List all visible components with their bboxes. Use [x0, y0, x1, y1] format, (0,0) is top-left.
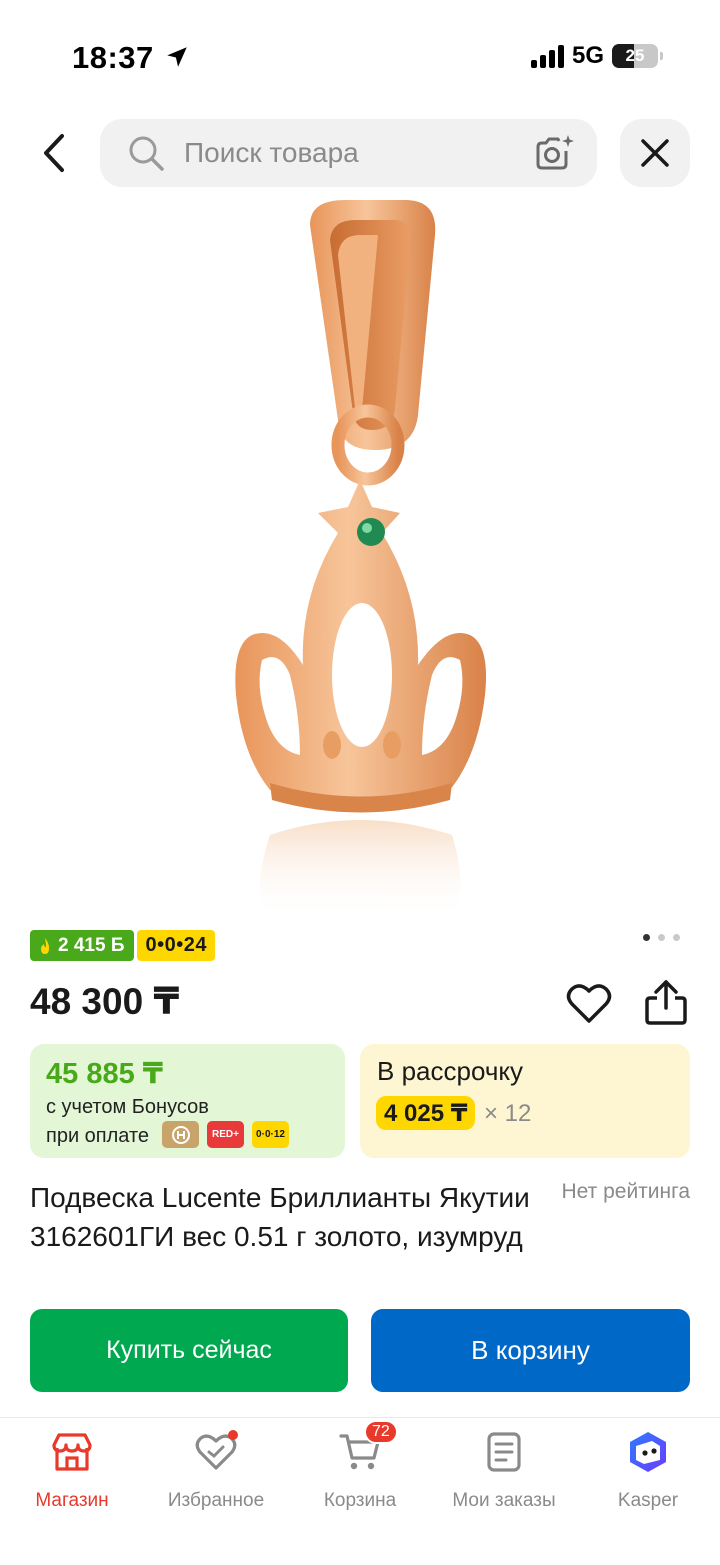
- signal-icon: [530, 44, 564, 68]
- installment-months: × 12: [484, 1100, 532, 1127]
- tab-kasper[interactable]: Kasper: [576, 1428, 720, 1518]
- tab-favorites[interactable]: Избранное: [144, 1428, 288, 1518]
- bonus-price: 45 885 ₸: [46, 1058, 163, 1090]
- tab-orders-label: Мои заказы: [452, 1490, 556, 1511]
- carousel-dot: [673, 934, 680, 941]
- bonus-payment-caption: при оплате: [46, 1125, 150, 1147]
- close-icon: [641, 139, 669, 167]
- tab-orders[interactable]: Мои заказы: [432, 1428, 576, 1518]
- tab-kasper-label: Kasper: [617, 1490, 679, 1511]
- bonus-badge: 2 415 Б: [30, 930, 135, 961]
- status-bar: 18:37 5G 25: [0, 0, 720, 110]
- orders-icon: [487, 1432, 521, 1472]
- search-icon: [129, 136, 164, 171]
- carousel-dot: [643, 934, 650, 941]
- red-plus-icon: RED+: [207, 1121, 244, 1148]
- installment-0-0-12-icon: 0·0·12: [252, 1121, 289, 1148]
- promo-badges: 2 415 Б 0•0•24: [30, 930, 215, 961]
- back-arrow-icon[interactable]: [30, 128, 80, 178]
- tab-store[interactable]: Магазин: [0, 1428, 144, 1518]
- share-icon[interactable]: [643, 978, 689, 1026]
- battery-level: 25: [625, 46, 645, 65]
- flame-icon: [41, 937, 49, 954]
- battery-icon: 25: [612, 44, 663, 68]
- tab-favorites-label: Избранное: [167, 1490, 265, 1511]
- bonus-offer-card[interactable]: 45 885 ₸ с учетом Бонусов при оплате RED…: [30, 1044, 345, 1158]
- tab-cart-label: Корзина: [323, 1490, 397, 1511]
- add-to-cart-button[interactable]: В корзину: [371, 1309, 690, 1392]
- search-bar[interactable]: [100, 119, 597, 187]
- cart-icon: 72: [338, 1420, 398, 1474]
- heart-icon: [194, 1430, 238, 1474]
- store-icon: [52, 1433, 92, 1471]
- status-indicators: 5G 25: [530, 42, 663, 70]
- product-image[interactable]: [150, 195, 570, 920]
- product-rating[interactable]: Нет рейтинга: [561, 1180, 690, 1204]
- location-arrow-icon: [167, 47, 187, 67]
- kasper-assistant-icon: [630, 1432, 666, 1472]
- status-time: 18:37: [72, 40, 154, 75]
- kaspi-gold-icon: [162, 1121, 199, 1148]
- heart-icon[interactable]: [566, 982, 612, 1024]
- bottom-tab-bar: Магазин Избранное 72 Корзина Мои заказы …: [0, 1417, 720, 1565]
- network-type: 5G: [571, 42, 604, 69]
- bonus-caption: с учетом Бонусов: [46, 1096, 209, 1118]
- installment-label: В рассрочку: [377, 1056, 524, 1086]
- notification-dot: [228, 1430, 238, 1440]
- installment-offer-card[interactable]: В рассрочку 4 025 ₸ × 12: [360, 1044, 690, 1158]
- product-price: 48 300 ₸: [30, 981, 180, 1022]
- camera-ai-icon[interactable]: [533, 133, 575, 173]
- buy-now-button[interactable]: Купить сейчас: [30, 1309, 348, 1392]
- installment-badge: 0•0•24: [137, 930, 215, 961]
- cart-count-badge: 72: [364, 1420, 398, 1444]
- search-input[interactable]: [184, 119, 514, 187]
- tab-store-label: Магазин: [35, 1490, 109, 1511]
- tab-cart[interactable]: 72 Корзина: [288, 1420, 432, 1518]
- bonus-badge-text: 2 415 Б: [58, 934, 125, 956]
- close-button[interactable]: [620, 119, 690, 187]
- installment-amount: 4 025 ₸: [376, 1096, 476, 1130]
- carousel-dot: [658, 934, 665, 941]
- product-title: Подвеска Lucente Бриллианты Якутии 31626…: [30, 1182, 530, 1252]
- image-carousel-dots: [643, 934, 680, 941]
- payment-method-icons: RED+ 0·0·12: [162, 1121, 289, 1148]
